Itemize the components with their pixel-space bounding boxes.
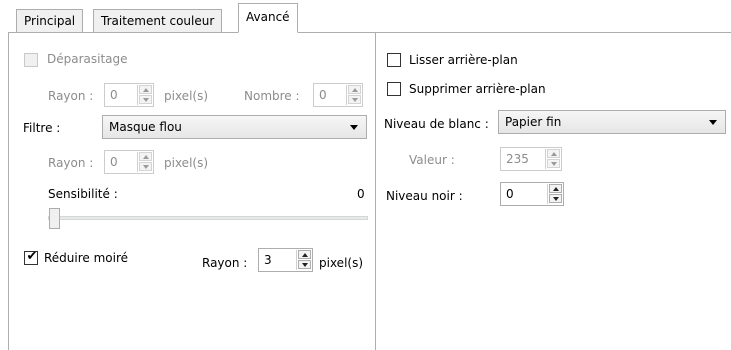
arrow-down-icon <box>143 165 149 169</box>
sensibilite-slider-thumb[interactable] <box>49 208 60 229</box>
rayon-label-1: Rayon : <box>48 89 94 103</box>
filtre-label: Filtre : <box>23 121 61 135</box>
check-icon: ✔ <box>26 249 38 264</box>
rayon-label-3: Rayon : <box>202 256 248 270</box>
valeur-decrement-button[interactable] <box>547 159 560 168</box>
valeur-stepper[interactable]: 235 <box>500 147 562 171</box>
niveau-noir-label: Niveau noir : <box>386 189 463 203</box>
tab-avance[interactable]: Avancé <box>238 3 298 33</box>
niveau-noir-increment-button[interactable] <box>549 184 562 193</box>
niveau-noir-decrement-button[interactable] <box>549 194 562 203</box>
niveau-blanc-label: Niveau de blanc : <box>384 117 489 131</box>
rayon-unit-3: pixel(s) <box>319 256 364 270</box>
reduire-moire-label: Réduire moiré <box>44 251 129 265</box>
rayon-unit-1: pixel(s) <box>164 89 209 103</box>
niveau-noir-stepper-buttons <box>547 184 562 204</box>
rayon-stepper-buttons-1 <box>137 85 152 105</box>
rayon-increment-button-1[interactable] <box>139 85 152 94</box>
chevron-down-icon <box>350 125 358 130</box>
filtre-select[interactable]: Masque flou <box>102 115 367 139</box>
arrow-up-icon <box>143 88 149 92</box>
nombre-value: 0 <box>319 88 327 102</box>
rayon-decrement-button-3[interactable] <box>298 260 311 269</box>
rayon-stepper-2[interactable]: 0 <box>104 150 154 174</box>
reduire-moire-checkbox[interactable]: ✔ <box>24 249 38 265</box>
rayon-decrement-button-1[interactable] <box>139 95 152 104</box>
arrow-down-icon <box>352 98 358 102</box>
arrow-down-icon <box>551 162 557 166</box>
rayon-value-3: 3 <box>264 253 272 267</box>
valeur-increment-button[interactable] <box>547 149 560 158</box>
arrow-up-icon <box>553 187 559 191</box>
nombre-stepper-buttons <box>346 85 361 105</box>
rayon-increment-button-2[interactable] <box>139 152 152 161</box>
nombre-stepper[interactable]: 0 <box>313 83 363 107</box>
rayon-increment-button-3[interactable] <box>298 250 311 259</box>
filtre-value: Masque flou <box>109 120 182 134</box>
arrow-up-icon <box>143 155 149 159</box>
rayon-label-2: Rayon : <box>48 156 94 170</box>
valeur-stepper-buttons <box>545 149 560 169</box>
chevron-down-icon <box>709 120 717 125</box>
deparasitage-label: Déparasitage <box>47 52 128 66</box>
arrow-up-icon <box>302 253 308 257</box>
lisser-arriere-plan-label: Lisser arrière-plan <box>409 53 518 67</box>
niveau-blanc-select[interactable]: Papier fin <box>498 110 726 134</box>
rayon-stepper-buttons-2 <box>137 152 152 172</box>
rayon-stepper-buttons-3 <box>296 250 311 270</box>
nombre-increment-button[interactable] <box>348 85 361 94</box>
niveau-blanc-value: Papier fin <box>505 115 562 129</box>
sensibilite-slider-track[interactable] <box>48 216 368 220</box>
supprimer-arriere-plan-checkbox[interactable] <box>387 82 401 96</box>
arrow-up-icon <box>352 88 358 92</box>
sensibilite-value: 0 <box>357 187 365 201</box>
niveau-noir-value: 0 <box>506 187 514 201</box>
supprimer-arriere-plan-label: Supprimer arrière-plan <box>409 82 546 96</box>
deparasitage-checkbox[interactable] <box>24 53 38 67</box>
nombre-decrement-button[interactable] <box>348 95 361 104</box>
valeur-label: Valeur : <box>409 153 455 167</box>
tab-traitement-couleur[interactable]: Traitement couleur <box>93 9 223 33</box>
arrow-down-icon <box>553 197 559 201</box>
rayon-stepper-1[interactable]: 0 <box>104 83 154 107</box>
arrow-up-icon <box>551 152 557 156</box>
niveau-noir-stepper[interactable]: 0 <box>500 182 564 206</box>
rayon-value-2: 0 <box>110 155 118 169</box>
rayon-decrement-button-2[interactable] <box>139 162 152 171</box>
rayon-unit-2: pixel(s) <box>164 156 209 170</box>
rayon-stepper-3[interactable]: 3 <box>258 248 313 272</box>
nombre-label: Nombre : <box>244 89 300 103</box>
sensibilite-label: Sensibilité : <box>48 187 118 201</box>
lisser-arriere-plan-checkbox[interactable] <box>387 53 401 67</box>
rayon-value-1: 0 <box>110 88 118 102</box>
tab-principal[interactable]: Principal <box>16 9 84 33</box>
arrow-down-icon <box>143 98 149 102</box>
valeur-value: 235 <box>506 152 529 166</box>
arrow-down-icon <box>302 263 308 267</box>
